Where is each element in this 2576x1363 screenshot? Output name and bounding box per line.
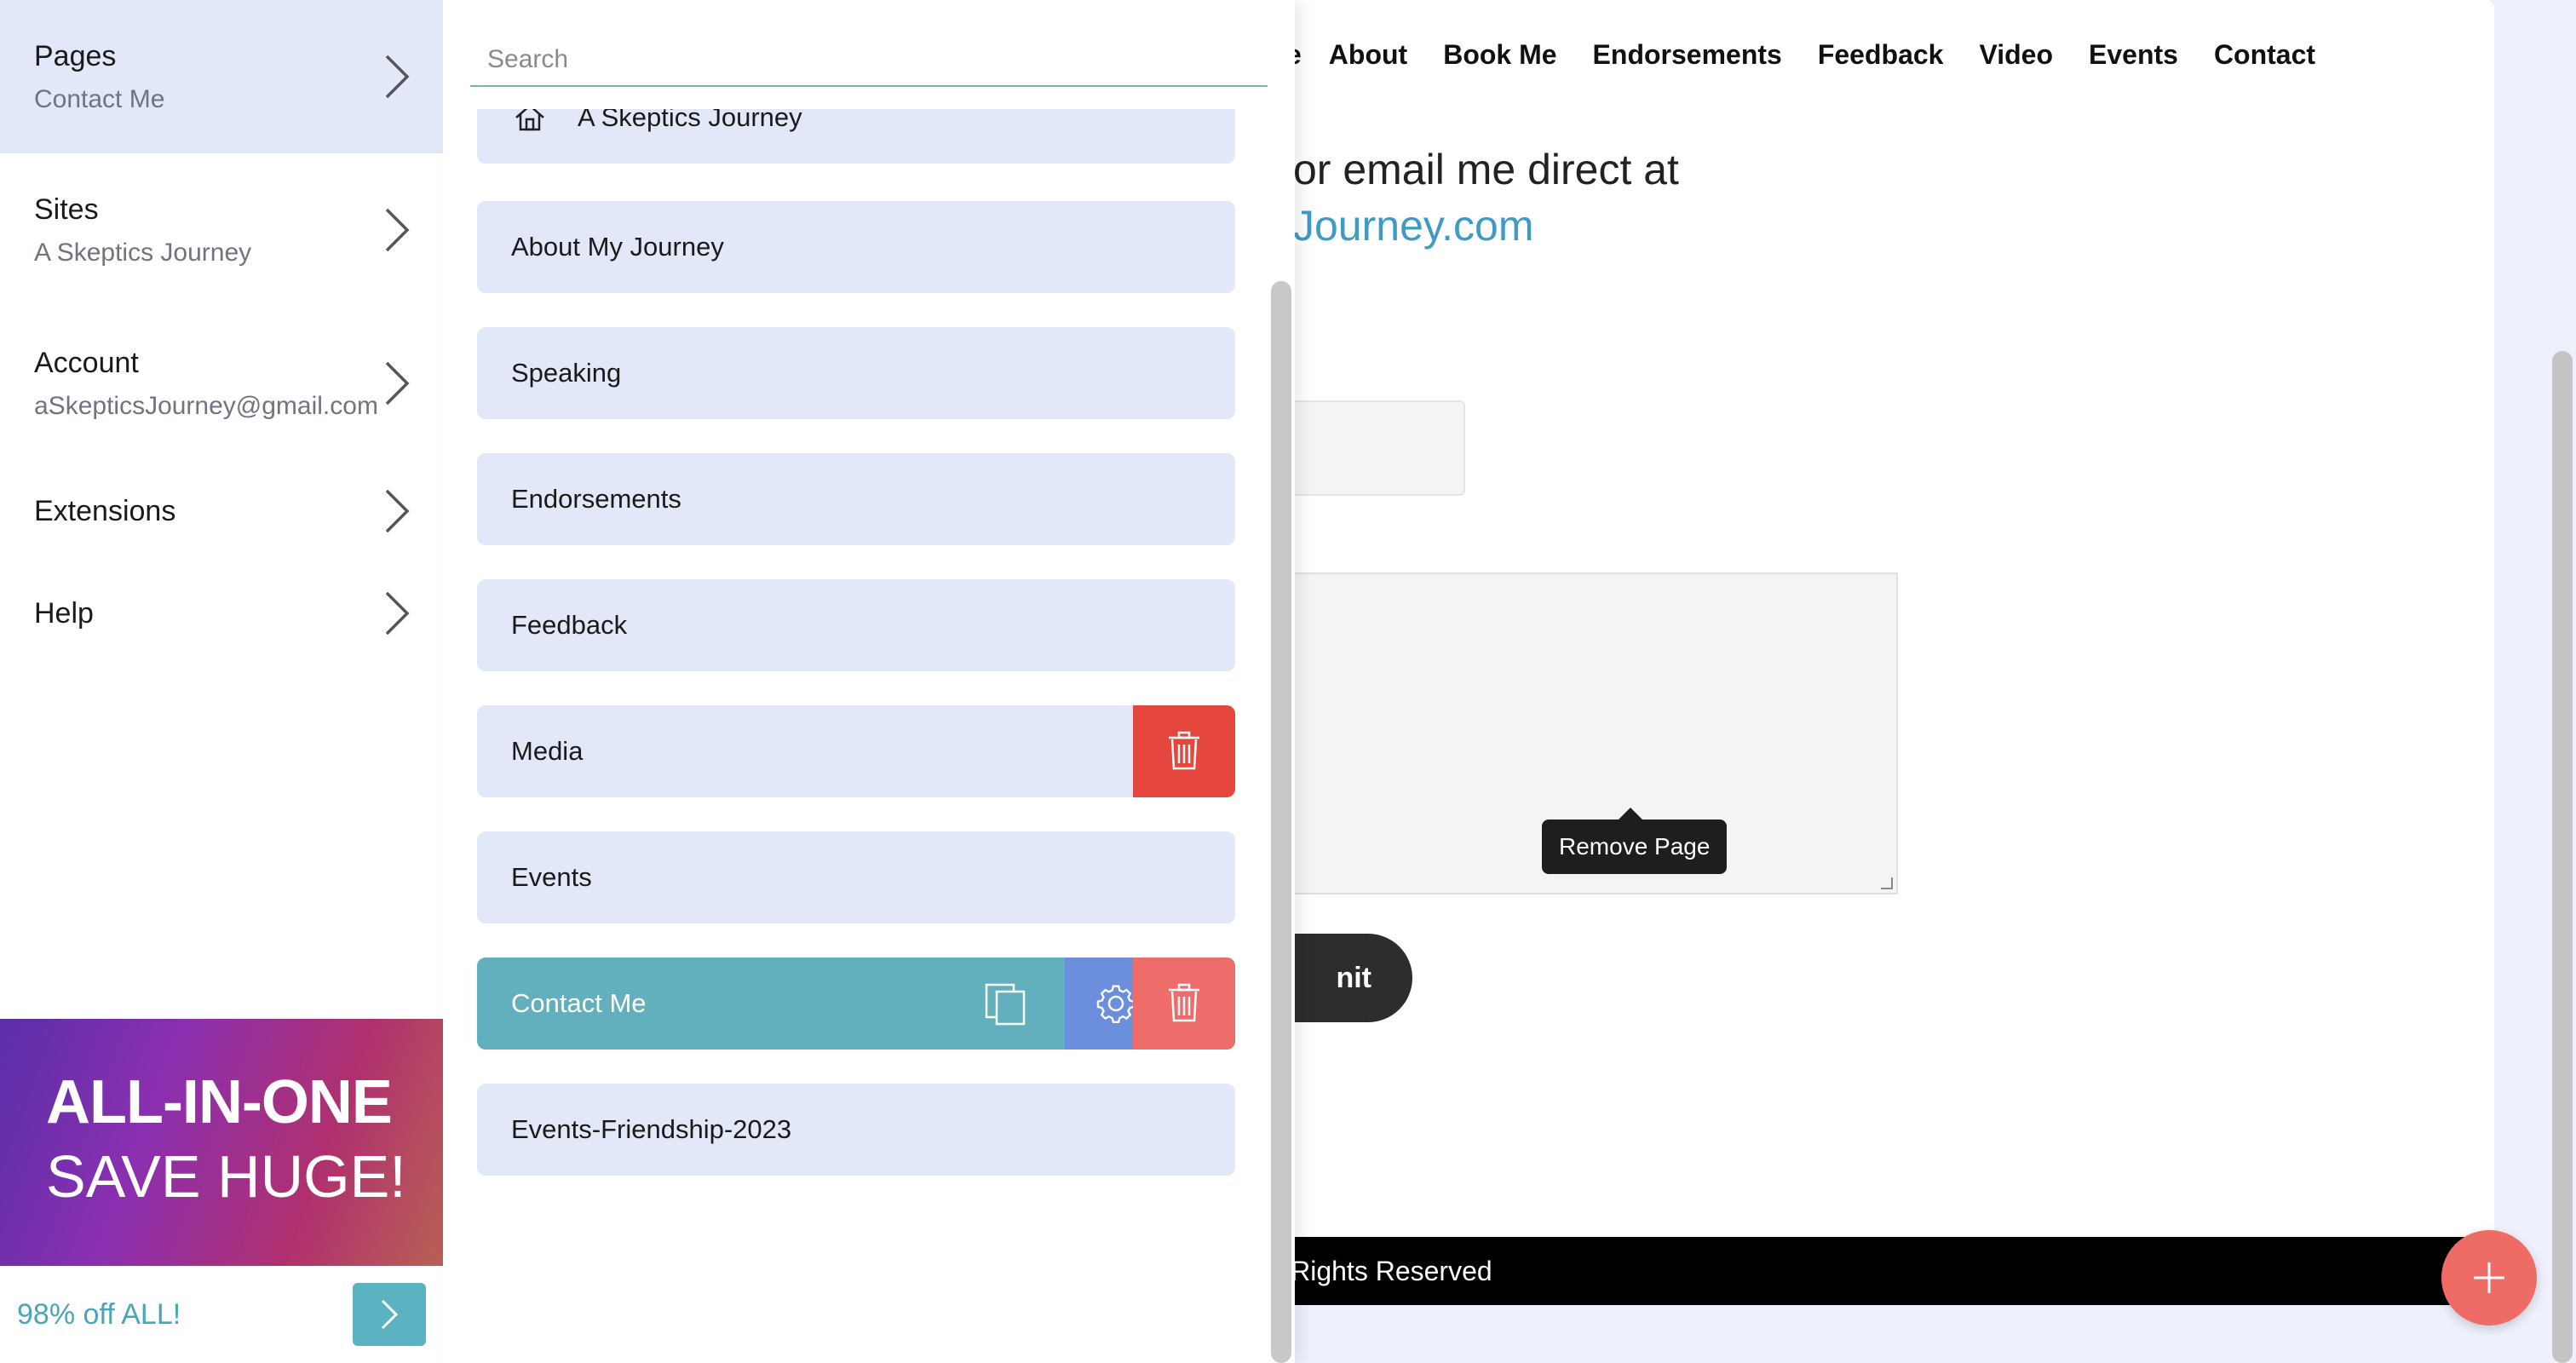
page-item-endorsements[interactable]: Endorsements [477, 453, 1235, 545]
page-item-label: Contact Me [511, 988, 647, 1018]
promo-banner[interactable]: ALL-IN-ONE SAVE HUGE! [0, 1019, 443, 1266]
chevron-right-icon [385, 361, 410, 405]
site-canvas: e About Book Me Endorsements Feedback Vi… [1261, 0, 2494, 1305]
remove-page-button[interactable] [1133, 705, 1235, 797]
preview-scrollbar[interactable] [2552, 351, 2573, 1363]
page-item-label: Events-Friendship-2023 [511, 1114, 792, 1144]
site-nav-events[interactable]: Events [2089, 39, 2178, 71]
site-nav-endorsements[interactable]: Endorsements [1593, 39, 1782, 71]
page-item-speaking[interactable]: Speaking [477, 327, 1235, 419]
page-item-events-friendship-2023[interactable]: Events-Friendship-2023 [477, 1084, 1235, 1176]
trash-icon [1169, 731, 1199, 770]
page-item-label: Speaking [511, 358, 622, 388]
tooltip-arrow [1619, 808, 1642, 820]
chevron-right-icon [385, 489, 410, 533]
nav-account[interactable]: Account aSkepticsJourney@gmail.com [0, 307, 443, 460]
page-item-about[interactable]: About My Journey [477, 201, 1235, 293]
left-nav: Pages Contact Me Sites A Skeptics Journe… [0, 0, 443, 1363]
nav-pages[interactable]: Pages Contact Me [0, 0, 443, 153]
site-preview: e About Book Me Endorsements Feedback Vi… [1261, 0, 2494, 1363]
promo-headline: ALL-IN-ONE [46, 1068, 393, 1136]
contact-email-link[interactable]: Journey.com [1293, 201, 1534, 250]
page-item-feedback[interactable]: Feedback [477, 579, 1235, 671]
nav-help[interactable]: Help [0, 562, 443, 664]
page-item-label: Media [511, 736, 584, 766]
page-item-label: Events [511, 862, 592, 892]
promo-footer: 98% off ALL! [0, 1266, 443, 1363]
page-item-home[interactable]: A Skeptics Journey [477, 109, 1235, 164]
plus-icon [2474, 1262, 2504, 1293]
home-icon [515, 109, 544, 131]
page-item-media[interactable]: Media [477, 705, 1235, 797]
page-item-events[interactable]: Events [477, 831, 1235, 923]
duplicate-page-button[interactable] [954, 958, 1056, 1050]
remove-page-tooltip: Remove Page [1542, 808, 1728, 874]
nav-sites[interactable]: Sites A Skeptics Journey [0, 153, 443, 307]
contact-intro-text: or email me direct at [1293, 146, 1679, 193]
resize-handle-icon[interactable] [1881, 877, 1893, 889]
site-nav-video[interactable]: Video [1979, 39, 2053, 71]
copy-icon [985, 983, 1026, 1026]
promo-go-button[interactable] [353, 1283, 426, 1346]
chevron-right-icon [385, 208, 410, 252]
site-nav-about[interactable]: About [1329, 39, 1407, 71]
page-item-label: About My Journey [511, 232, 724, 262]
nav-extensions[interactable]: Extensions [0, 460, 443, 562]
page-item-label: Endorsements [511, 484, 681, 514]
page-list: A Skeptics Journey About My Journey Spea… [443, 109, 1295, 1363]
promo-subheadline: SAVE HUGE! [46, 1143, 406, 1210]
page-search-input[interactable] [470, 34, 1268, 87]
site-nav: e About Book Me Endorsements Feedback Vi… [1261, 36, 2315, 73]
trash-icon [1169, 983, 1199, 1022]
chevron-right-icon [385, 591, 410, 635]
gear-icon [1096, 985, 1136, 1024]
site-footer: ll Rights Reserved [1261, 1237, 2494, 1305]
add-button[interactable] [2441, 1230, 2537, 1326]
promo-offer-text: 98% off ALL! [17, 1297, 181, 1331]
page-item-contact-me[interactable]: Contact Me [477, 958, 1235, 1050]
pages-panel: A Skeptics Journey About My Journey Spea… [443, 0, 1728, 1363]
chevron-right-icon [385, 55, 410, 99]
site-nav-feedback[interactable]: Feedback [1818, 39, 1944, 71]
site-nav-contact[interactable]: Contact [2214, 39, 2315, 71]
footer-copyright: ll Rights Reserved [1271, 1255, 1492, 1286]
site-nav-book-me[interactable]: Book Me [1443, 39, 1556, 71]
page-item-label: Feedback [511, 610, 628, 640]
page-item-label: A Skeptics Journey [578, 109, 802, 132]
chevron-right-icon [381, 1299, 399, 1330]
tooltip-text: Remove Page [1559, 833, 1711, 860]
remove-page-button[interactable] [1133, 958, 1235, 1050]
page-list-scrollbar[interactable] [1271, 281, 1291, 1363]
